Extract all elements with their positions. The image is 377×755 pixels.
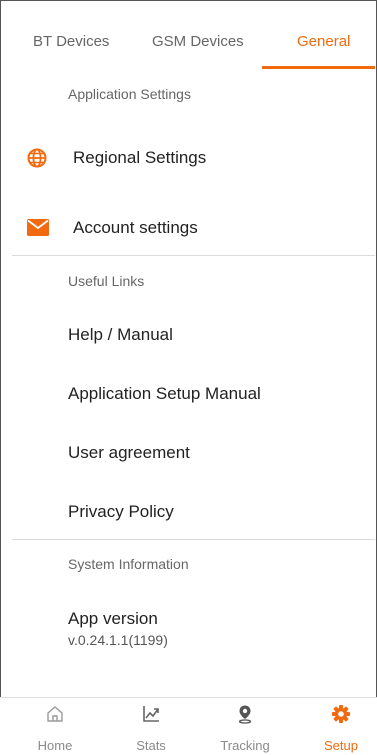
divider (12, 539, 375, 540)
tab-general[interactable]: General (297, 33, 350, 50)
app-version-label: App version (68, 609, 158, 628)
regional-settings-label: Regional Settings (73, 148, 207, 167)
location-pin-icon (238, 705, 252, 724)
nav-home-label: Home (37, 738, 73, 753)
link-application-setup-manual[interactable]: Application Setup Manual (68, 384, 261, 404)
bottom-navigation: Home Stats Tracking Setup (0, 697, 377, 755)
nav-home[interactable]: Home (8, 698, 102, 755)
tab-gsm-devices[interactable]: GSM Devices (152, 33, 244, 50)
account-settings-label: Account settings (73, 218, 198, 237)
link-user-agreement[interactable]: User agreement (68, 443, 190, 463)
envelope-icon (27, 219, 49, 236)
tab-bt-devices[interactable]: BT Devices (33, 33, 109, 50)
nav-setup[interactable]: Setup (294, 698, 377, 755)
section-title-useful-links: Useful Links (68, 273, 145, 289)
app-version-value: v.0.24.1.1(1199) (68, 632, 168, 648)
divider (12, 255, 375, 256)
active-tab-indicator (262, 66, 375, 69)
nav-tracking-label: Tracking (220, 738, 270, 753)
nav-setup-label: Setup (324, 738, 358, 753)
home-icon (47, 706, 63, 722)
link-privacy-policy[interactable]: Privacy Policy (68, 502, 174, 522)
app-frame (0, 0, 377, 754)
stats-icon (143, 706, 159, 722)
link-help-manual[interactable]: Help / Manual (68, 325, 173, 345)
nav-stats[interactable]: Stats (104, 698, 198, 755)
top-tab-bar: BT Devices GSM Devices General (0, 0, 375, 69)
nav-stats-label: Stats (136, 738, 166, 753)
globe-icon (27, 148, 47, 168)
nav-tracking[interactable]: Tracking (198, 698, 292, 755)
gear-icon (332, 705, 350, 723)
section-title-system-information: System Information (68, 556, 189, 572)
section-title-application-settings: Application Settings (68, 86, 191, 102)
